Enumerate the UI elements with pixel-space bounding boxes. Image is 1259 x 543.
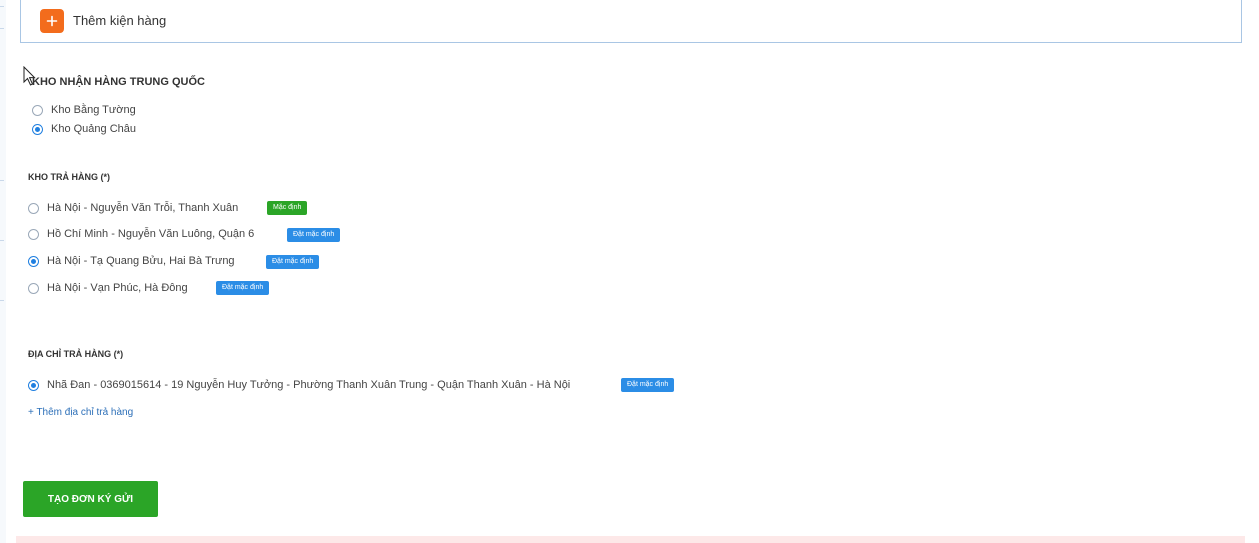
radio-ha-noi-nguyen-van-troi[interactable]: Hà Nội - Nguyễn Văn Trỗi, Thanh Xuân: [28, 202, 238, 214]
return-address-title: ĐỊA CHỈ TRẢ HÀNG (*): [28, 349, 124, 359]
radio-button[interactable]: [32, 104, 43, 116]
radio-label: Hà Nội - Nguyễn Văn Trỗi, Thanh Xuân: [47, 202, 239, 214]
create-consignment-button[interactable]: TẠO ĐƠN KÝ GỬI: [23, 481, 158, 517]
radio-label: Hà Nội - Vạn Phúc, Hà Đông: [47, 282, 188, 294]
china-warehouse-title: KHO NHẬN HÀNG TRUNG QUỐC: [32, 76, 205, 88]
error-alert-strip: [16, 536, 1245, 543]
add-package-button[interactable]: Thêm kiện hàng: [20, 0, 1242, 43]
default-badge: Mặc định: [267, 201, 308, 215]
radio-button[interactable]: [28, 255, 39, 267]
return-warehouse-title: KHO TRẢ HÀNG (*): [28, 172, 110, 182]
radio-button[interactable]: [28, 379, 39, 391]
edge-tick: [0, 28, 4, 29]
plus-icon[interactable]: [40, 8, 64, 33]
radio-label: Hà Nội - Tạ Quang Bửu, Hai Bà Trưng: [47, 255, 235, 267]
set-default-button[interactable]: Đặt mặc định: [216, 281, 270, 295]
edge-tick: [0, 300, 4, 301]
radio-button[interactable]: [32, 123, 43, 135]
set-default-button[interactable]: Đặt mặc định: [621, 378, 675, 392]
radio-kho-bang-tuong[interactable]: Kho Bằng Tường: [32, 104, 136, 116]
set-default-button[interactable]: Đặt mặc định: [287, 228, 341, 242]
add-package-label: Thêm kiện hàng: [73, 13, 167, 28]
radio-ha-noi-ta-quang-buu[interactable]: Hà Nội - Tạ Quang Bửu, Hai Bà Trưng: [28, 255, 235, 267]
radio-button[interactable]: [28, 202, 39, 214]
add-return-address-link[interactable]: + Thêm địa chỉ trả hàng: [28, 407, 133, 418]
radio-label: Nhã Đan - 0369015614 - 19 Nguyễn Huy Tưở…: [47, 379, 571, 391]
radio-button[interactable]: [28, 228, 39, 240]
radio-label: Kho Bằng Tường: [51, 104, 136, 116]
radio-label: Hồ Chí Minh - Nguyễn Văn Luông, Quận 6: [47, 228, 255, 240]
radio-ho-chi-minh-nguyen-van-luong[interactable]: Hồ Chí Minh - Nguyễn Văn Luông, Quận 6: [28, 228, 254, 240]
edge-tick: [0, 180, 4, 181]
left-edge-strip: [0, 0, 6, 543]
radio-button[interactable]: [28, 282, 39, 294]
radio-ha-noi-van-phuc[interactable]: Hà Nội - Vạn Phúc, Hà Đông: [28, 282, 188, 294]
radio-kho-quang-chau[interactable]: Kho Quảng Châu: [32, 123, 136, 135]
set-default-button[interactable]: Đặt mặc định: [266, 255, 320, 269]
edge-tick: [0, 240, 4, 241]
radio-label: Kho Quảng Châu: [51, 123, 137, 135]
radio-return-address[interactable]: Nhã Đan - 0369015614 - 19 Nguyễn Huy Tưở…: [28, 379, 570, 391]
edge-tick: [0, 6, 4, 7]
